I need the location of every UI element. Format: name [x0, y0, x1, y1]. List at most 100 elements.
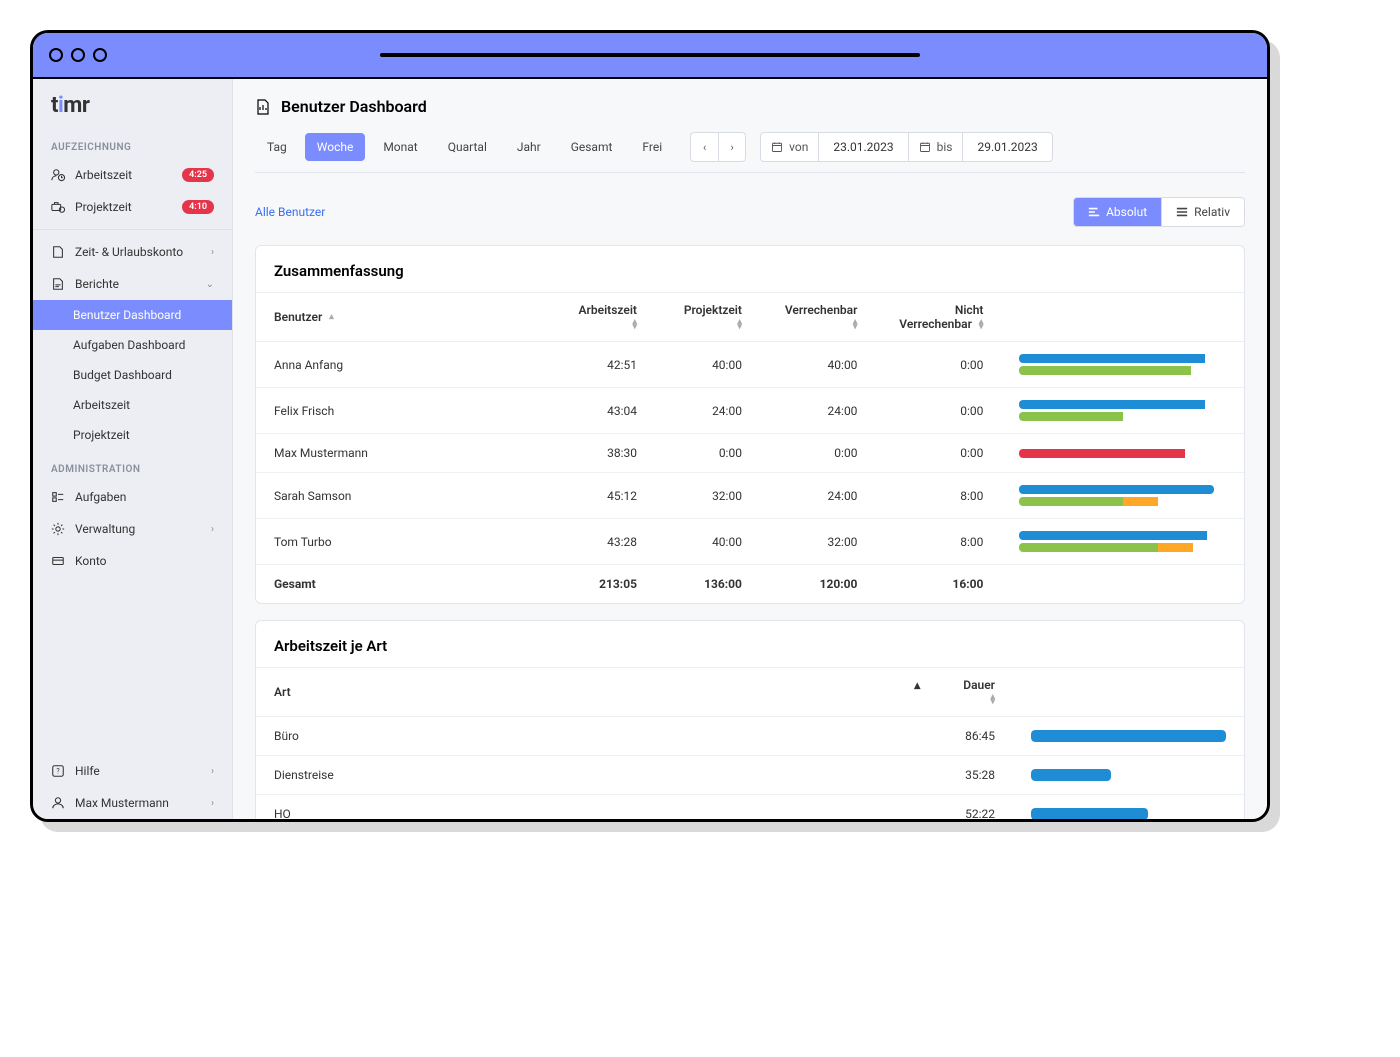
date-from-value[interactable]: 23.01.2023	[819, 132, 908, 162]
main-content: Benutzer Dashboard Tag Woche Monat Quart…	[233, 79, 1267, 819]
cell-verrechenbar: 32:00	[760, 519, 875, 565]
window-dot[interactable]	[71, 48, 85, 62]
window-dot[interactable]	[49, 48, 63, 62]
table-row[interactable]: Tom Turbo 43:28 40:00 32:00 8:00	[256, 519, 1244, 565]
cell-art: Büro	[256, 717, 893, 756]
sort-asc-icon: ▴	[329, 315, 334, 320]
badge-projektzeit: 4:10	[182, 200, 214, 214]
sidebar-item-arbeitszeit[interactable]: Arbeitszeit 4:25	[33, 159, 232, 191]
cell-arbeitszeit: 43:04	[550, 388, 655, 434]
sidebar-item-user[interactable]: Max Mustermann ›	[33, 787, 232, 819]
cell-verrechenbar: 24:00	[760, 388, 875, 434]
sidebar-item-projektzeit[interactable]: Projektzeit 4:10	[33, 191, 232, 223]
user-icon	[51, 796, 65, 810]
sidebar-item-label: Projektzeit	[75, 200, 172, 214]
sort-icon: ▴▾	[853, 320, 858, 330]
date-from-label[interactable]: von	[760, 132, 819, 162]
sidebar-item-label: Konto	[75, 554, 214, 568]
titlebar	[33, 33, 1267, 79]
period-gesamt[interactable]: Gesamt	[559, 133, 625, 161]
cell-nicht-verrechenbar: 8:00	[875, 473, 1001, 519]
cell-name: Felix Frisch	[256, 388, 550, 434]
table-row[interactable]: Anna Anfang 42:51 40:00 40:00 0:00	[256, 342, 1244, 388]
summary-table: Benutzer ▴ Arbeitszeit ▴▾ Projektzeit ▴▾…	[256, 292, 1244, 603]
filter-all-users[interactable]: Alle Benutzer	[255, 205, 325, 219]
table-row[interactable]: Max Mustermann 38:30 0:00 0:00 0:00	[256, 434, 1244, 473]
next-button[interactable]: ›	[718, 132, 746, 162]
date-to-label[interactable]: bis	[909, 132, 964, 162]
table-row[interactable]: Felix Frisch 43:04 24:00 24:00 0:00	[256, 388, 1244, 434]
table-row[interactable]: Dienstreise 35:28	[256, 756, 1244, 795]
cell-name: Sarah Samson	[256, 473, 550, 519]
view-relativ-button[interactable]: Relativ	[1162, 198, 1244, 226]
sidebar-item-konto[interactable]: Konto	[33, 545, 232, 577]
period-frei[interactable]: Frei	[630, 133, 674, 161]
prev-button[interactable]: ‹	[690, 132, 718, 162]
sidebar-sub-arbeitszeit[interactable]: Arbeitszeit	[33, 390, 232, 420]
briefcase-clock-icon	[51, 200, 65, 214]
badge-arbeitszeit: 4:25	[182, 168, 214, 182]
sidebar-sub-projektzeit[interactable]: Projektzeit	[33, 420, 232, 450]
section-recording-label: AUFZEICHNUNG	[33, 128, 232, 159]
svg-text:?: ?	[56, 768, 60, 776]
window-handle	[380, 53, 920, 57]
period-woche[interactable]: Woche	[305, 133, 366, 161]
cell-bar	[1013, 795, 1244, 820]
by-type-table: Art ▴ Dauer ▴▾ Büro 86:45 Dienstreise 35…	[256, 667, 1244, 819]
date-to-value[interactable]: 29.01.2023	[963, 132, 1052, 162]
cell-arbeitszeit: 43:28	[550, 519, 655, 565]
sidebar-item-aufgaben[interactable]: Aufgaben	[33, 481, 232, 513]
col-arbeitszeit[interactable]: Arbeitszeit ▴▾	[550, 293, 655, 342]
sidebar-sub-budget-dashboard[interactable]: Budget Dashboard	[33, 360, 232, 390]
sidebar-item-berichte[interactable]: Berichte ⌄	[33, 268, 232, 300]
cell-projektzeit: 24:00	[655, 388, 760, 434]
sidebar-sub-aufgaben-dashboard[interactable]: Aufgaben Dashboard	[33, 330, 232, 360]
view-absolut-button[interactable]: Absolut	[1074, 198, 1162, 226]
window-dot[interactable]	[93, 48, 107, 62]
period-monat[interactable]: Monat	[371, 133, 429, 161]
cell-verrechenbar: 40:00	[760, 342, 875, 388]
logo: timr	[33, 79, 232, 128]
sidebar-item-label: Max Mustermann	[75, 796, 201, 810]
col-art[interactable]: Art	[256, 668, 893, 717]
period-quartal[interactable]: Quartal	[436, 133, 499, 161]
bars-equal-icon	[1176, 206, 1188, 218]
sidebar-item-label: Aufgaben	[75, 490, 214, 504]
section-admin-label: ADMINISTRATION	[33, 450, 232, 481]
table-row[interactable]: HO 52:22	[256, 795, 1244, 820]
cell-bars	[1001, 473, 1244, 519]
cell-bars	[1001, 342, 1244, 388]
by-type-title: Arbeitszeit je Art	[256, 621, 1244, 667]
file-icon	[51, 245, 65, 259]
sidebar-item-label: Berichte	[75, 277, 196, 291]
chevron-down-icon: ⌄	[206, 279, 214, 290]
period-tag[interactable]: Tag	[255, 133, 299, 161]
cell-dauer: 52:22	[893, 795, 1013, 820]
by-type-card: Arbeitszeit je Art Art ▴ Dauer ▴▾ Büro 8…	[255, 620, 1245, 819]
card-icon	[51, 554, 65, 568]
col-nicht-verrechenbar[interactable]: Nicht Verrechenbar ▴▾	[875, 293, 1001, 342]
sidebar-item-zeit-urlaubskonto[interactable]: Zeit- & Urlaubskonto ›	[33, 236, 232, 268]
chevron-right-icon: ›	[211, 247, 214, 258]
cell-nicht-verrechenbar: 8:00	[875, 519, 1001, 565]
cell-bars	[1001, 434, 1244, 473]
table-row[interactable]: Sarah Samson 45:12 32:00 24:00 8:00	[256, 473, 1244, 519]
col-verrechenbar[interactable]: Verrechenbar ▴▾	[760, 293, 875, 342]
col-chart	[1001, 293, 1244, 342]
col-benutzer[interactable]: Benutzer ▴	[256, 293, 550, 342]
cell-arbeitszeit: 42:51	[550, 342, 655, 388]
col-projektzeit[interactable]: Projektzeit ▴▾	[655, 293, 760, 342]
col-chart	[1013, 668, 1244, 717]
summary-card: Zusammenfassung Benutzer ▴ Arbeitszeit ▴…	[255, 245, 1245, 604]
cell-bars	[1001, 519, 1244, 565]
summary-title: Zusammenfassung	[256, 246, 1244, 292]
sort-icon: ▴▾	[979, 320, 984, 330]
chevron-right-icon: ›	[211, 766, 214, 777]
sidebar-item-hilfe[interactable]: ? Hilfe ›	[33, 755, 232, 787]
sidebar-sub-benutzer-dashboard[interactable]: Benutzer Dashboard	[33, 300, 232, 330]
col-dauer[interactable]: ▴ Dauer ▴▾	[893, 668, 1013, 717]
cell-art: HO	[256, 795, 893, 820]
table-row[interactable]: Büro 86:45	[256, 717, 1244, 756]
sidebar-item-verwaltung[interactable]: Verwaltung ›	[33, 513, 232, 545]
period-jahr[interactable]: Jahr	[505, 133, 553, 161]
